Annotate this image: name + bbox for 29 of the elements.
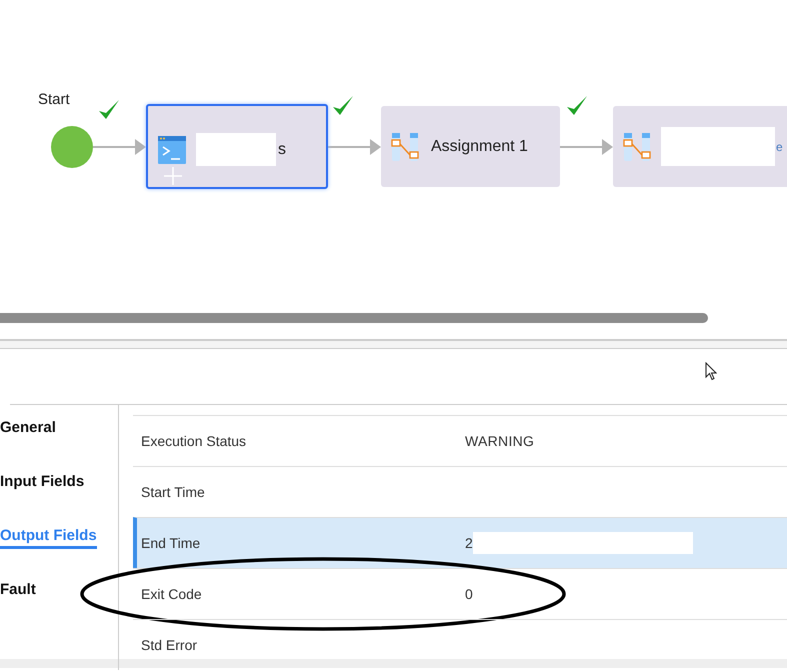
tab[interactable]: Output Fields [0, 526, 97, 549]
connector-arrow [328, 138, 381, 154]
node-label: Start [38, 90, 70, 108]
mapping-icon [391, 132, 419, 160]
connector-arrow [93, 138, 146, 154]
start-node[interactable] [51, 126, 93, 168]
scrollbar[interactable] [0, 313, 708, 323]
cursor-icon [705, 362, 717, 381]
field-name: Exit Code [141, 586, 203, 602]
mapping-icon [623, 132, 651, 160]
tab[interactable]: General [0, 418, 56, 441]
field-name: Std Error [141, 637, 198, 653]
field-name: Execution Status [141, 433, 248, 449]
field-value: WARNING [465, 433, 534, 449]
plus-icon[interactable] [164, 167, 182, 185]
table-row[interactable]: Exit Code 0 [133, 568, 787, 619]
selected-row[interactable]: End Time 2 [133, 517, 787, 568]
node-label: s [278, 140, 286, 158]
terminal-icon [158, 136, 186, 164]
field-value: 2 [465, 535, 474, 551]
field-name: Start Time [141, 484, 206, 500]
tab[interactable]: Input Fields [0, 472, 84, 495]
connector-arrow [560, 138, 613, 154]
node-label: e [776, 140, 783, 154]
tab[interactable]: Fault [0, 580, 36, 603]
table-row[interactable]: Execution Status WARNING [133, 415, 787, 466]
node-label: Assignment 1 [431, 138, 528, 156]
field-name: End Time [141, 535, 202, 551]
field-value: 0 [465, 586, 474, 602]
